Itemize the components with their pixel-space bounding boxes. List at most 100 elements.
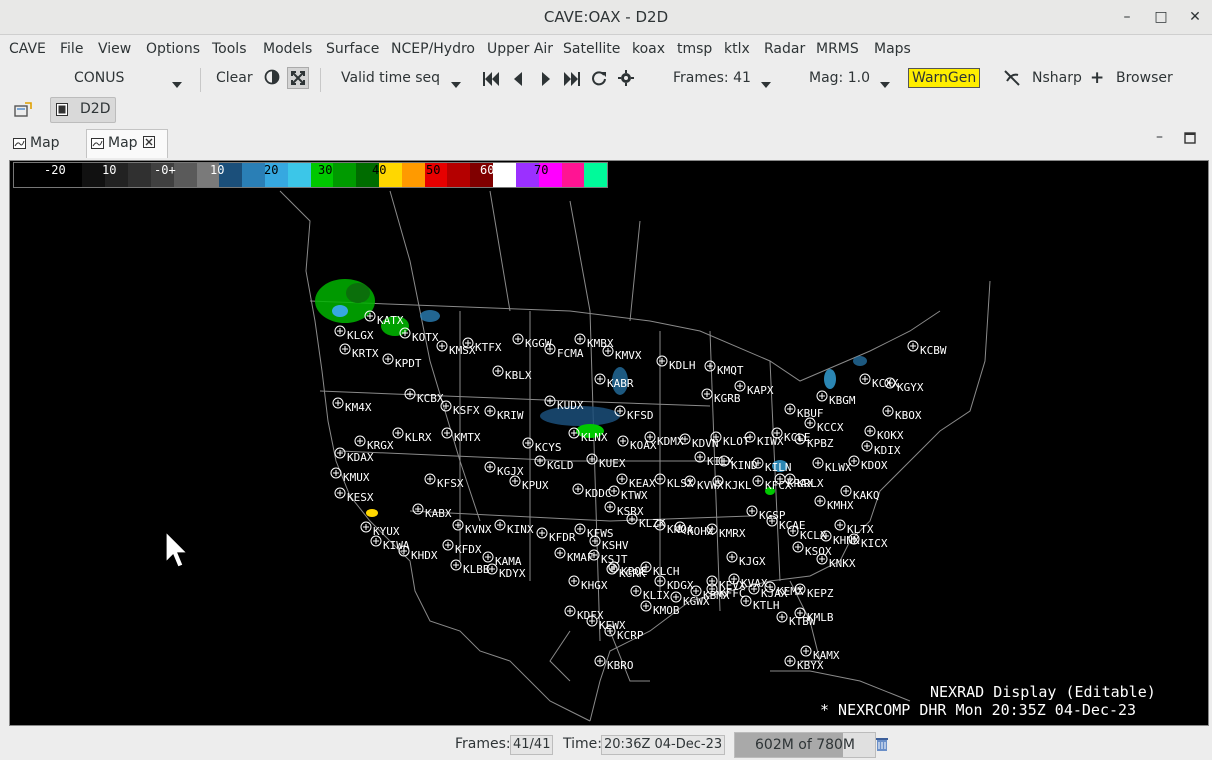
last-frame-icon[interactable] [563, 71, 581, 91]
station-icon [794, 433, 806, 445]
station-label: KMQT [717, 364, 744, 377]
minimize-icon[interactable]: – [1116, 6, 1138, 28]
station-marker: KSOX [792, 541, 832, 558]
map-canvas[interactable] [10, 161, 1209, 726]
menu-file[interactable]: File [60, 41, 83, 57]
station-marker: KFDX [442, 539, 482, 556]
station-label: KBRO [607, 659, 634, 672]
first-frame-icon[interactable] [482, 71, 500, 91]
station-icon [452, 519, 464, 531]
station-marker: KOTX [399, 327, 439, 344]
mag-chevron-down-icon[interactable] [880, 76, 890, 92]
station-icon [640, 600, 652, 612]
station-label: KGRB [714, 392, 741, 405]
open-perspective-icon[interactable] [14, 102, 32, 122]
station-icon [644, 431, 656, 443]
time-mode-chevron-down-icon[interactable] [451, 76, 461, 92]
station-label: KTFX [475, 341, 502, 354]
maximize-icon[interactable]: □ [1150, 6, 1172, 28]
colorbar-segment [584, 163, 608, 187]
time-mode-select[interactable]: Valid time seq [341, 70, 440, 86]
station-icon [364, 310, 376, 322]
contrast-icon[interactable] [264, 69, 280, 89]
station-marker: KCRP [604, 625, 644, 642]
station-icon [512, 333, 524, 345]
colorbar-segment [493, 163, 516, 187]
menu-ktlx[interactable]: ktlx [724, 41, 750, 57]
menu-tools[interactable]: Tools [212, 41, 247, 57]
station-icon [812, 457, 824, 469]
menu-maps[interactable]: Maps [874, 41, 911, 57]
station-icon [834, 519, 846, 531]
station-marker: KDDC [572, 483, 612, 500]
station-marker: KLWX [812, 457, 852, 474]
browser-button[interactable]: Browser [1116, 70, 1173, 86]
menu-cave[interactable]: CAVE [9, 41, 46, 57]
memory-text: 602M of 780M [755, 737, 855, 753]
tab-map-2[interactable]: Map [86, 129, 168, 158]
station-marker: KICX [848, 533, 888, 550]
frames-count-select[interactable]: Frames: 41 [673, 70, 751, 86]
station-icon [766, 515, 778, 527]
station-icon [534, 455, 546, 467]
menu-mrms[interactable]: MRMS [816, 41, 859, 57]
station-label: KFSD [627, 409, 654, 422]
magnification-select[interactable]: Mag: 1.0 [809, 70, 870, 86]
station-marker: KLSX [654, 473, 694, 490]
station-icon [398, 545, 410, 557]
tab-label: Map [108, 135, 138, 151]
menu-radar[interactable]: Radar [764, 41, 805, 57]
scale-chevron-down-icon[interactable] [172, 76, 182, 92]
station-marker: KUEX [586, 453, 626, 470]
station-label: KLGX [347, 329, 374, 342]
station-icon [694, 451, 706, 463]
station-icon [884, 377, 896, 389]
warngen-button[interactable]: WarnGen [908, 68, 981, 88]
close-icon[interactable]: ✕ [1184, 6, 1206, 28]
station-icon [744, 431, 756, 443]
station-icon [712, 475, 724, 487]
view-maximize-icon[interactable] [1184, 132, 1196, 148]
view-minimize-icon[interactable]: – [1156, 129, 1163, 145]
previous-frame-icon[interactable] [512, 71, 524, 91]
station-marker: KRAX [774, 473, 814, 490]
station-label: KMOB [653, 604, 680, 617]
refresh-icon[interactable] [591, 70, 607, 90]
nsharp-button[interactable]: Nsharp [1032, 70, 1082, 86]
colorbar-label: 60 [480, 163, 495, 177]
station-marker: KIND [718, 455, 758, 472]
plus-icon[interactable]: + [1090, 68, 1104, 88]
station-icon [544, 395, 556, 407]
station-label: KCRP [617, 629, 644, 642]
scale-select[interactable]: CONUS [74, 70, 124, 86]
gear-icon[interactable] [618, 70, 634, 90]
menu-models[interactable]: Models [263, 41, 312, 57]
station-icon [654, 519, 666, 531]
station-marker: KATX [364, 310, 404, 327]
menu-ncep-hydro[interactable]: NCEP/Hydro [391, 41, 475, 57]
trash-icon[interactable] [876, 737, 888, 755]
tab-close-icon[interactable] [143, 136, 155, 152]
station-marker: KDYX [486, 563, 526, 580]
menu-options[interactable]: Options [146, 41, 200, 57]
station-icon [604, 625, 616, 637]
clear-button[interactable]: Clear [216, 70, 253, 86]
nsharp-icon[interactable] [1003, 69, 1021, 91]
menu-upper-air[interactable]: Upper Air [487, 41, 553, 57]
station-marker: KGLD [534, 455, 574, 472]
menu-view[interactable]: View [98, 41, 131, 57]
menu-koax[interactable]: koax [632, 41, 665, 57]
next-frame-icon[interactable] [540, 71, 552, 91]
zoom-extent-icon[interactable] [287, 67, 309, 89]
map-display[interactable]: -20 10 -0+ 10 20 30 40 50 60 70 KATX KLGX… [9, 160, 1209, 726]
menu-surface[interactable]: Surface [326, 41, 379, 57]
frames-chevron-down-icon[interactable] [761, 76, 771, 92]
station-marker: KMQT [704, 360, 744, 377]
menu-tmsp[interactable]: tmsp [677, 41, 712, 57]
station-marker: KCXX [859, 373, 899, 390]
d2d-perspective-button[interactable]: D2D [50, 97, 116, 123]
menu-satellite[interactable]: Satellite [563, 41, 620, 57]
station-icon [864, 425, 876, 437]
station-label: KLWX [825, 461, 852, 474]
tab-map-1[interactable]: Map [8, 130, 86, 156]
